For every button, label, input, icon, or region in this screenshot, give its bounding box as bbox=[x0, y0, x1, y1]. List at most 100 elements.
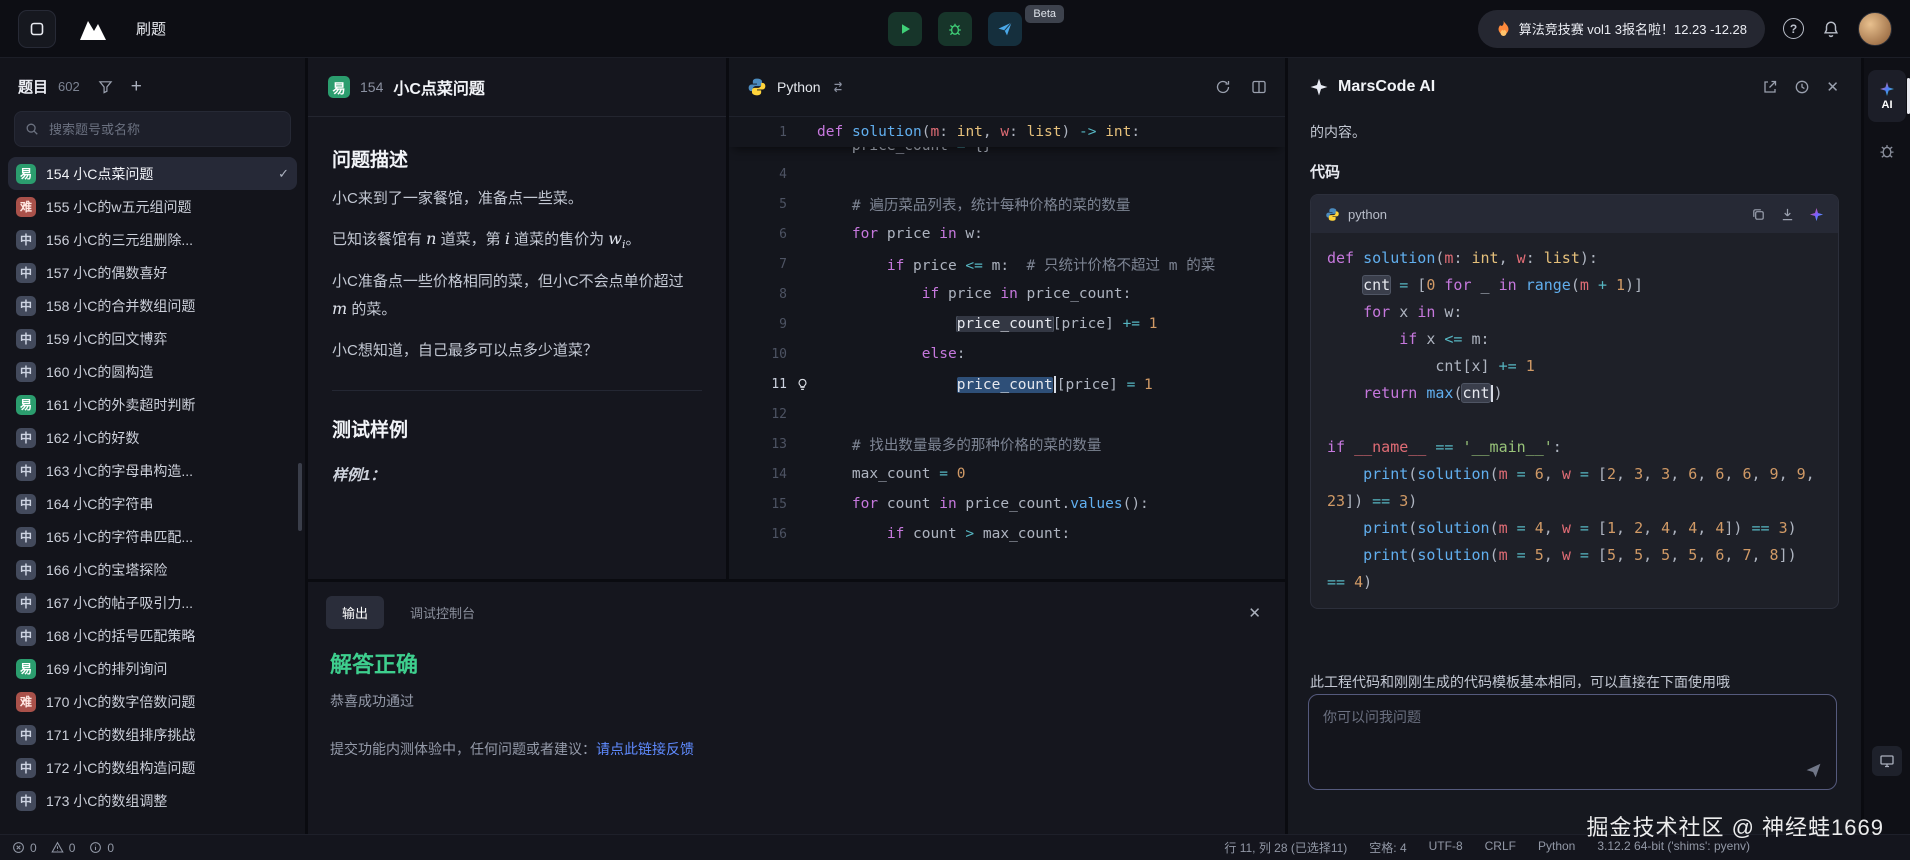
close-output-icon[interactable]: ✕ bbox=[1242, 604, 1267, 622]
reset-code-icon[interactable] bbox=[1215, 79, 1231, 95]
problem-list-item[interactable]: 中162 小C的好数 bbox=[8, 421, 297, 454]
sidebar-scrollbar[interactable] bbox=[298, 463, 302, 531]
ai-code-line: return max(cnt) bbox=[1327, 380, 1822, 407]
contest-banner[interactable]: 算法竞技赛 vol1 3报名啦！12.23 -12.28 bbox=[1478, 10, 1765, 48]
tab-debug-console[interactable]: 调试控制台 bbox=[394, 596, 491, 629]
problem-list-item[interactable]: 中167 小C的帖子吸引力... bbox=[8, 586, 297, 619]
rail-bug-icon[interactable] bbox=[1864, 142, 1910, 160]
code-line[interactable]: 8 if price in price_count: bbox=[729, 279, 1285, 309]
history-icon[interactable] bbox=[1794, 79, 1810, 95]
search-box[interactable] bbox=[14, 111, 291, 147]
search-input[interactable] bbox=[47, 121, 280, 138]
problem-list-item[interactable]: 中173 小C的数组调整 bbox=[8, 784, 297, 817]
text-cursor bbox=[1054, 376, 1056, 393]
export-chat-icon[interactable] bbox=[1762, 79, 1778, 95]
split-editor-icon[interactable] bbox=[1251, 79, 1267, 95]
run-button[interactable] bbox=[888, 12, 922, 46]
line-number: 13 bbox=[729, 437, 787, 452]
code-line[interactable]: 13 # 找出数量最多的那种价格的菜的数量 bbox=[729, 429, 1285, 459]
ai-code-content[interactable]: def solution(m: int, w: list): cnt = [0 … bbox=[1311, 233, 1838, 608]
problem-id: 154 bbox=[360, 79, 383, 95]
difficulty-badge: 易 bbox=[16, 164, 36, 184]
filter-icon[interactable] bbox=[98, 79, 113, 94]
code-line[interactable]: 7 if price <= m: # 只统计价格不超过 m 的菜 bbox=[729, 249, 1285, 279]
problem-list-item[interactable]: 中160 小C的圆构造 bbox=[8, 355, 297, 388]
difficulty-badge: 难 bbox=[16, 197, 36, 217]
submit-plane-icon bbox=[997, 21, 1013, 37]
code-line[interactable]: 4 bbox=[729, 159, 1285, 189]
bell-icon[interactable] bbox=[1822, 20, 1840, 38]
code-line[interactable]: 15 for count in price_count.values(): bbox=[729, 489, 1285, 519]
code-text: def solution(m: int, w: list) -> int: bbox=[817, 124, 1140, 140]
editor-header: Python bbox=[729, 58, 1285, 117]
problem-list-item[interactable]: 中159 小C的回文博弈 bbox=[8, 322, 297, 355]
problem-list-item[interactable]: 中163 小C的字母串构造... bbox=[8, 454, 297, 487]
code-line[interactable]: 6 for price in w: bbox=[729, 219, 1285, 249]
copy-code-icon[interactable] bbox=[1751, 207, 1766, 222]
difficulty-badge: 易 bbox=[16, 395, 36, 415]
line-number: 10 bbox=[729, 347, 787, 362]
errors-status[interactable]: 0 bbox=[12, 841, 37, 855]
avatar[interactable] bbox=[1858, 12, 1892, 46]
help-icon[interactable]: ? bbox=[1783, 18, 1804, 39]
statusbar-item[interactable]: 空格: 4 bbox=[1369, 839, 1406, 856]
ai-question-input[interactable] bbox=[1309, 695, 1836, 789]
problem-list-item[interactable]: 中171 小C的数组排序挑战 bbox=[8, 718, 297, 751]
problem-list-item[interactable]: 中165 小C的字符串匹配... bbox=[8, 520, 297, 553]
problem-list-item[interactable]: 中168 小C的括号匹配策略 bbox=[8, 619, 297, 652]
difficulty-badge: 中 bbox=[16, 296, 36, 316]
problem-list-item[interactable]: 难170 小C的数字倍数问题 bbox=[8, 685, 297, 718]
problem-list-item[interactable]: 中164 小C的字符串 bbox=[8, 487, 297, 520]
sticky-code-line[interactable]: 1 def solution(m: int, w: list) -> int: bbox=[729, 117, 1285, 147]
debug-button[interactable] bbox=[938, 12, 972, 46]
tab-output[interactable]: 输出 bbox=[326, 596, 384, 629]
ai-sparkle-icon[interactable] bbox=[1809, 207, 1824, 222]
code-line[interactable]: 11 price_count[price] = 1 bbox=[729, 369, 1285, 399]
problem-list-item[interactable]: 中157 小C的偶数喜好 bbox=[8, 256, 297, 289]
code-line[interactable]: 12 bbox=[729, 399, 1285, 429]
problem-item-label: 170 小C的数字倍数问题 bbox=[46, 692, 195, 712]
marscode-logo-icon[interactable] bbox=[72, 16, 114, 42]
info-status[interactable]: 0 bbox=[89, 841, 114, 855]
problem-list-item[interactable]: 易169 小C的排列询问 bbox=[8, 652, 297, 685]
ai-code-block: python def solution(m: int, w: list): bbox=[1310, 194, 1839, 609]
insert-code-icon[interactable] bbox=[1780, 207, 1795, 222]
add-problem-icon[interactable]: + bbox=[131, 79, 142, 95]
statusbar-item[interactable]: 行 11, 列 28 (已选择11) bbox=[1224, 839, 1347, 856]
problem-list-item[interactable]: 中166 小C的宝塔探险 bbox=[8, 553, 297, 586]
submit-button[interactable] bbox=[988, 12, 1022, 46]
statusbar-item[interactable]: CRLF bbox=[1485, 839, 1516, 856]
feedback-link[interactable]: 请点此链接反馈 bbox=[596, 741, 694, 757]
difficulty-badge: 中 bbox=[16, 758, 36, 778]
problem-list-item[interactable]: 易161 小C的外卖超时判断 bbox=[8, 388, 297, 421]
statusbar-item[interactable]: 3.12.2 64-bit ('shims': pyenv) bbox=[1597, 839, 1750, 856]
ai-code-line bbox=[1327, 407, 1822, 434]
code-line[interactable]: 14 max_count = 0 bbox=[729, 459, 1285, 489]
code-line[interactable]: 9 price_count[price] += 1 bbox=[729, 309, 1285, 339]
warning-icon bbox=[51, 841, 64, 854]
line-number: 9 bbox=[729, 317, 787, 332]
statusbar-item[interactable]: UTF-8 bbox=[1429, 839, 1463, 856]
code-line[interactable]: 5 # 遍历菜品列表，统计每种价格的菜的数量 bbox=[729, 189, 1285, 219]
statusbar-item[interactable]: Python bbox=[1538, 839, 1575, 856]
problem-list-item[interactable]: 中172 小C的数组构造问题 bbox=[8, 751, 297, 784]
problem-list-item[interactable]: 易154 小C点菜问题✓ bbox=[8, 157, 297, 190]
code-editor[interactable]: 1 def solution(m: int, w: list) -> int: … bbox=[729, 117, 1285, 549]
problem-list-item[interactable]: 难155 小C的w五元组问题 bbox=[8, 190, 297, 223]
code-line[interactable]: 10 else: bbox=[729, 339, 1285, 369]
warnings-status[interactable]: 0 bbox=[51, 841, 76, 855]
app-menu-button[interactable] bbox=[18, 10, 56, 48]
ai-input-box[interactable] bbox=[1308, 694, 1837, 790]
switch-language-icon[interactable] bbox=[831, 80, 845, 94]
problem-list-item[interactable]: 中156 小C的三元组删除... bbox=[8, 223, 297, 256]
problem-item-label: 166 小C的宝塔探险 bbox=[46, 560, 167, 580]
code-language-label: python bbox=[1348, 207, 1387, 222]
close-ai-icon[interactable]: ✕ bbox=[1826, 78, 1839, 96]
problem-list-item[interactable]: 中158 小C的合并数组问题 bbox=[8, 289, 297, 322]
rail-monitor-button[interactable] bbox=[1872, 746, 1902, 776]
code-line[interactable]: 16 if count > max_count: bbox=[729, 519, 1285, 549]
rail-ai-button[interactable]: AI bbox=[1868, 70, 1906, 122]
send-icon[interactable] bbox=[1805, 762, 1822, 779]
language-label[interactable]: Python bbox=[777, 79, 821, 95]
difficulty-badge: 中 bbox=[16, 494, 36, 514]
